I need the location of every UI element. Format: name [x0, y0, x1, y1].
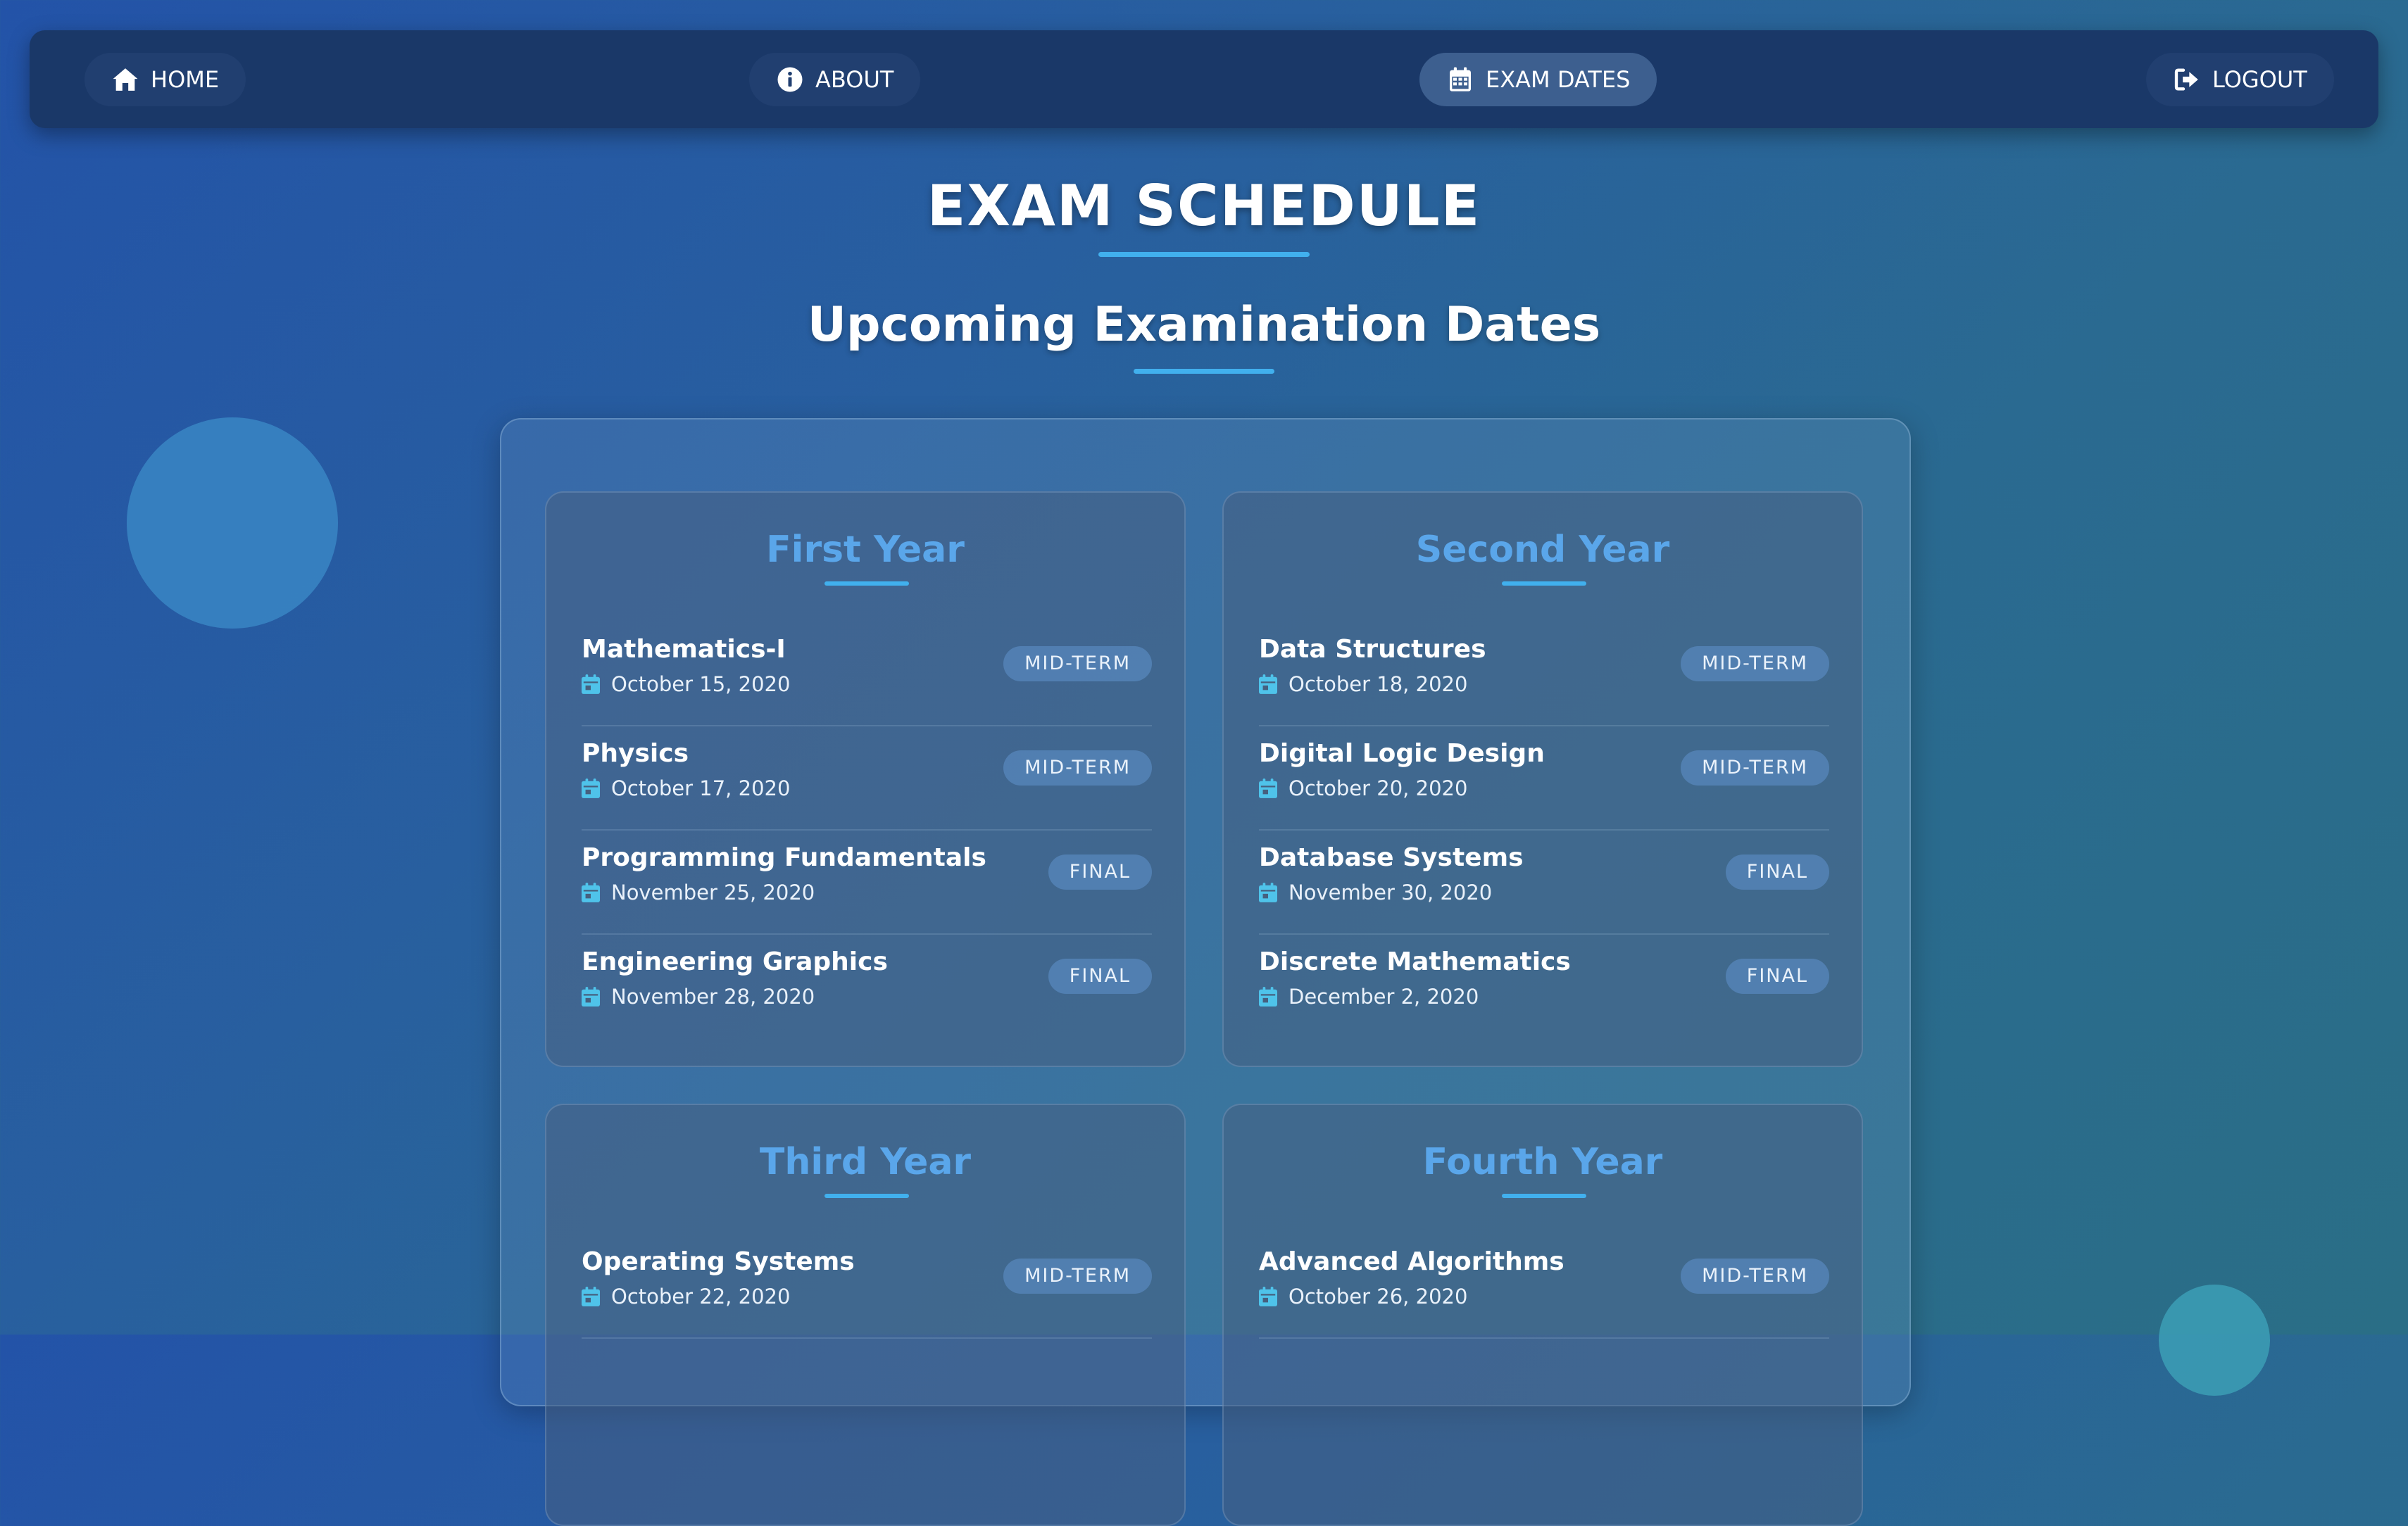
- exam-date: October 18, 2020: [1259, 670, 1467, 698]
- home-icon: [111, 65, 139, 94]
- exam-date: October 26, 2020: [1259, 1282, 1467, 1311]
- card-title: Fourth Year: [1422, 1141, 1663, 1183]
- exam-date: October 15, 2020: [582, 670, 790, 698]
- schedule-container: First Year Mathematics-I October 15, 202…: [500, 418, 1911, 1526]
- nav-about-link[interactable]: ABOUT: [749, 53, 921, 106]
- exam-subject: Programming Fundamentals: [582, 843, 986, 872]
- nav-home-link[interactable]: HOME: [84, 53, 246, 106]
- exam-item: Discrete Mathematics December 2, 2020 FI…: [1259, 935, 1829, 1039]
- nav-exam-dates-label: EXAM DATES: [1486, 66, 1631, 93]
- exam-date-text: October 17, 2020: [611, 776, 791, 800]
- calendar-icon: [1259, 883, 1277, 902]
- exam-type-badge: MID-TERM: [1003, 750, 1152, 786]
- card-title-underline: [1502, 1194, 1586, 1198]
- exam-subject: Operating Systems: [582, 1247, 855, 1276]
- nav-about-label: ABOUT: [815, 66, 894, 93]
- exam-date-text: November 25, 2020: [611, 881, 815, 904]
- exam-date-text: October 26, 2020: [1288, 1285, 1468, 1309]
- card-title: Second Year: [1415, 529, 1670, 571]
- exam-date-text: October 22, 2020: [611, 1285, 791, 1309]
- page-subtitle: Upcoming Examination Dates: [807, 297, 1601, 353]
- exam-item: Data Structures October 18, 2020 MID-TER…: [1259, 622, 1829, 726]
- exam-date-text: December 2, 2020: [1288, 985, 1479, 1009]
- logout-icon: [2173, 65, 2201, 94]
- year-card-third: Third Year Operating Systems October 22,…: [545, 1104, 1186, 1526]
- exam-item: Engineering Graphics November 28, 2020 F…: [582, 935, 1152, 1039]
- exam-date: October 20, 2020: [1259, 774, 1467, 802]
- exam-type-badge: MID-TERM: [1003, 1259, 1152, 1294]
- exam-type-badge: MID-TERM: [1681, 750, 1829, 786]
- exam-item: Programming Fundamentals November 25, 20…: [582, 831, 1152, 935]
- subtitle-underline: [1134, 369, 1274, 374]
- exam-date-text: October 18, 2020: [1288, 672, 1468, 696]
- exam-item: Database Systems November 30, 2020 FINAL: [1259, 831, 1829, 935]
- exam-list: Advanced Algorithms October 26, 2020 MID…: [1259, 1235, 1829, 1339]
- exam-list: Operating Systems October 22, 2020 MID-T…: [582, 1235, 1152, 1339]
- exam-item: Physics October 17, 2020 MID-TERM: [582, 726, 1152, 831]
- exam-type-badge: FINAL: [1725, 959, 1829, 994]
- exam-type-badge: FINAL: [1048, 959, 1152, 994]
- navbar: HOME ABOUT EXAM DATES LOGOUT: [30, 30, 2378, 128]
- calendar-icon: [582, 987, 600, 1007]
- exam-date-text: November 28, 2020: [611, 985, 815, 1009]
- decorative-circle: [127, 417, 338, 629]
- calendar-icon: [582, 883, 600, 902]
- exam-subject: Discrete Mathematics: [1259, 947, 1571, 976]
- info-icon: [776, 65, 804, 94]
- year-card-fourth: Fourth Year Advanced Algorithms October …: [1222, 1104, 1863, 1526]
- card-title-underline: [824, 1194, 909, 1198]
- nav-home-label: HOME: [151, 66, 220, 93]
- exam-date: November 28, 2020: [582, 983, 815, 1011]
- exam-subject: Data Structures: [1259, 635, 1486, 664]
- calendar-icon: [1446, 65, 1474, 94]
- exam-subject: Engineering Graphics: [582, 947, 888, 976]
- calendar-icon: [1259, 987, 1277, 1007]
- year-card-first: First Year Mathematics-I October 15, 202…: [545, 491, 1186, 1067]
- exam-list: Mathematics-I October 15, 2020 MID-TERM …: [582, 622, 1152, 1039]
- page-title: EXAM SCHEDULE: [927, 173, 1481, 239]
- exam-subject: Physics: [582, 739, 689, 768]
- calendar-icon: [1259, 674, 1277, 694]
- exam-type-badge: MID-TERM: [1003, 646, 1152, 681]
- exam-type-badge: MID-TERM: [1681, 646, 1829, 681]
- exam-subject: Mathematics-I: [582, 635, 786, 664]
- exam-date: October 22, 2020: [582, 1282, 790, 1311]
- calendar-icon: [582, 674, 600, 694]
- exam-item: Digital Logic Design October 20, 2020 MI…: [1259, 726, 1829, 831]
- calendar-icon: [1259, 1287, 1277, 1306]
- exam-date: December 2, 2020: [1259, 983, 1479, 1011]
- card-title: Third Year: [759, 1141, 972, 1183]
- decorative-circle: [2159, 1285, 2270, 1396]
- exam-item: Advanced Algorithms October 26, 2020 MID…: [1259, 1235, 1829, 1339]
- exam-date: November 30, 2020: [1259, 878, 1492, 907]
- exam-type-badge: FINAL: [1048, 855, 1152, 890]
- year-card-second: Second Year Data Structures October 18, …: [1222, 491, 1863, 1067]
- exam-type-badge: MID-TERM: [1681, 1259, 1829, 1294]
- exam-subject: Advanced Algorithms: [1259, 1247, 1564, 1276]
- nav-exam-dates-link[interactable]: EXAM DATES: [1419, 53, 1657, 106]
- exam-item: Operating Systems October 22, 2020 MID-T…: [582, 1235, 1152, 1339]
- exam-date-text: October 20, 2020: [1288, 776, 1468, 800]
- nav-logout-label: LOGOUT: [2212, 66, 2307, 93]
- exam-type-badge: FINAL: [1725, 855, 1829, 890]
- exam-item: Mathematics-I October 15, 2020 MID-TERM: [582, 622, 1152, 726]
- nav-logout-link[interactable]: LOGOUT: [2146, 53, 2334, 106]
- exam-list: Data Structures October 18, 2020 MID-TER…: [1259, 622, 1829, 1039]
- calendar-icon: [582, 1287, 600, 1306]
- card-title-underline: [824, 581, 909, 586]
- title-underline: [1098, 252, 1310, 257]
- calendar-icon: [582, 778, 600, 798]
- exam-date: October 17, 2020: [582, 774, 790, 802]
- exam-subject: Database Systems: [1259, 843, 1524, 872]
- exam-date: November 25, 2020: [582, 878, 815, 907]
- exam-date-text: November 30, 2020: [1288, 881, 1493, 904]
- card-title: First Year: [766, 529, 965, 571]
- card-title-underline: [1502, 581, 1586, 586]
- calendar-icon: [1259, 778, 1277, 798]
- exam-date-text: October 15, 2020: [611, 672, 791, 696]
- exam-subject: Digital Logic Design: [1259, 739, 1545, 768]
